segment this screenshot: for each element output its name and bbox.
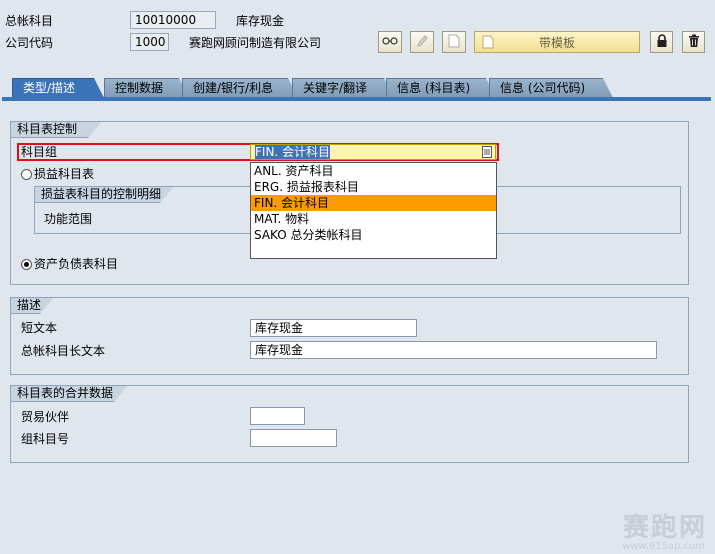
delete-button[interactable] (682, 31, 705, 53)
consolidation-title: 科目表的合并数据 (10, 385, 128, 402)
short-text-label: 短文本 (21, 321, 58, 335)
lock-button[interactable] (650, 31, 673, 53)
value-help-icon[interactable] (482, 146, 492, 159)
edit-button[interactable] (410, 31, 434, 53)
company-name: 赛跑网顾问制造有限公司 (189, 36, 322, 50)
consolidation-group: 科目表的合并数据 (10, 385, 689, 463)
tab-type-description[interactable]: 类型/描述 (12, 78, 104, 98)
group-account-label: 组科目号 (21, 432, 70, 446)
blank-document-icon (448, 34, 460, 51)
trading-partner-label: 贸易伙伴 (21, 410, 70, 424)
dropdown-option-anl[interactable]: ANL. 资产科目 (251, 163, 496, 179)
gl-account-description: 库存现金 (236, 14, 285, 28)
account-group-label: 科目组 (21, 145, 58, 159)
tab-info-coa[interactable]: 信息 (科目表) (386, 78, 496, 98)
glasses-icon (382, 35, 398, 50)
dropdown-option-mat[interactable]: MAT. 物料 (251, 211, 496, 227)
gl-account-label: 总帐科目 (5, 14, 54, 28)
account-group-value: FIN. 会计科目 (255, 145, 331, 159)
account-group-field[interactable]: FIN. 会计科目 (250, 144, 496, 160)
functional-area-label: 功能范围 (44, 212, 93, 226)
with-template-label: 带模板 (538, 35, 575, 50)
pl-control-subgroup-title: 损益表科目的控制明细 (34, 186, 174, 203)
pencil-icon (416, 34, 428, 51)
pl-radio[interactable] (21, 169, 32, 180)
tab-create-bank-interest[interactable]: 创建/银行/利息 (182, 78, 298, 98)
short-text-input[interactable]: 库存现金 (250, 319, 417, 337)
coa-control-title: 科目表控制 (10, 121, 102, 138)
tab-info-company-code[interactable]: 信息 (公司代码) (489, 78, 613, 98)
dropdown-option-sako[interactable]: SAKO 总分类帐科目 (251, 227, 496, 243)
trash-icon (688, 34, 700, 51)
balance-sheet-radio-label: 资产负债表科目 (34, 257, 119, 271)
lock-icon (656, 33, 668, 51)
dropdown-option-fin[interactable]: FIN. 会计科目 (251, 195, 496, 211)
long-text-label: 总帐科目长文本 (21, 344, 106, 358)
dropdown-option-erg[interactable]: ERG. 损益报表科目 (251, 179, 496, 195)
create-button[interactable] (442, 31, 466, 53)
watermark-logo: 赛跑网 (622, 513, 707, 543)
tab-control-data[interactable]: 控制数据 (104, 78, 189, 98)
long-text-input[interactable]: 库存现金 (250, 341, 657, 359)
account-group-dropdown[interactable]: ANL. 资产科目 ERG. 损益报表科目 FIN. 会计科目 MAT. 物料 … (250, 162, 497, 259)
document-icon (482, 35, 494, 52)
company-code-field[interactable]: 1000 (130, 33, 169, 51)
balance-sheet-radio[interactable] (21, 259, 32, 270)
display-change-button[interactable] (378, 31, 402, 53)
tab-keyword-translation[interactable]: 关键字/翻译 (292, 78, 394, 98)
trading-partner-input[interactable] (250, 407, 305, 425)
gl-account-field[interactable]: 10010000 (130, 11, 216, 29)
watermark-url: www.915ap.com (622, 541, 705, 552)
pl-radio-label: 损益科目表 (34, 167, 95, 181)
company-code-label: 公司代码 (5, 36, 54, 50)
group-account-input[interactable] (250, 429, 337, 447)
description-title: 描述 (10, 297, 54, 314)
with-template-button[interactable]: 带模板 (474, 31, 640, 53)
